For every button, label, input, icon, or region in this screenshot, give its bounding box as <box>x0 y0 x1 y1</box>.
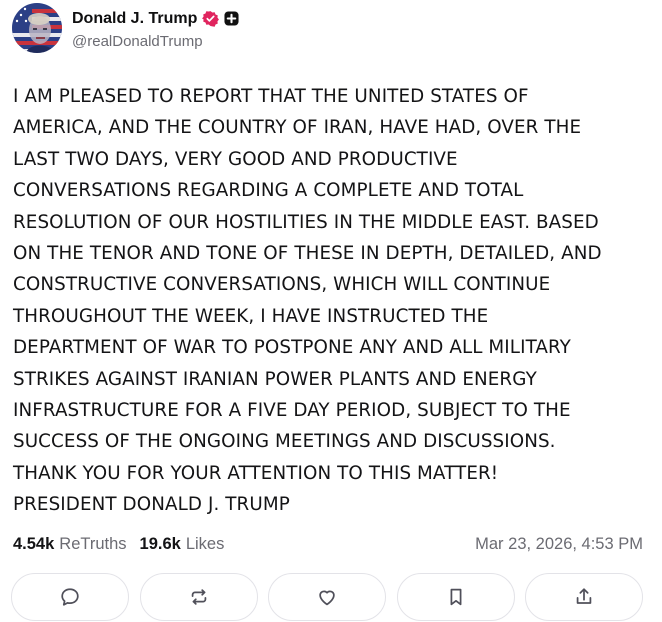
repost-arrows-icon <box>191 589 206 605</box>
post-text-line: AMERICA, AND THE COUNTRY OF IRAN, HAVE H… <box>13 117 582 139</box>
bookmark-icon <box>450 588 461 606</box>
post-text-line: THANK YOU FOR YOUR ATTENTION TO THIS MAT… <box>13 462 499 484</box>
retruths-count: 4.54k <box>13 534 55 553</box>
heart-icon <box>319 590 335 606</box>
likes-stat[interactable]: 19.6k Likes <box>140 535 225 554</box>
action-bar <box>11 573 643 621</box>
share-upload-icon <box>576 588 592 604</box>
share-button[interactable] <box>525 573 643 621</box>
post-text-line: INFRASTRUCTURE FOR A FIVE DAY PERIOD, SU… <box>13 399 571 421</box>
post-text-line: SUCCESS OF THE ONGOING MEETINGS AND DISC… <box>13 431 556 453</box>
post-text-line: THROUGHOUT THE WEEK, I HAVE INSTRUCTED T… <box>13 305 489 327</box>
likes-label: Likes <box>185 534 225 553</box>
flag-portrait-avatar-icon <box>12 3 62 53</box>
avatar[interactable] <box>12 3 62 53</box>
retruths-stat[interactable]: 4.54k ReTruths <box>13 535 127 554</box>
post-text-line: DEPARTMENT OF WAR TO POSTPONE ANY AND AL… <box>13 337 571 359</box>
post-text: I AM PLEASED TO REPORT THAT THE UNITED S… <box>13 81 653 520</box>
post-text-line: STRIKES AGAINST IRANIAN POWER PLANTS AND… <box>13 368 537 390</box>
truth-post-card: Donald J. Trump @realDonaldTrump I AM PL… <box>0 0 662 622</box>
author-handle[interactable]: @realDonaldTrump <box>72 33 239 50</box>
retruth-button[interactable] <box>139 573 258 621</box>
post-text-line: ON THE TENOR AND TONE OF THESE IN DEPTH,… <box>13 242 602 264</box>
post-text-line: LAST TWO DAYS, VERY GOOD AND PRODUCTIVE <box>13 148 458 170</box>
post-stats: 4.54k ReTruths 19.6k Likes Mar 23, 2026,… <box>13 530 643 558</box>
plus-square-icon <box>224 11 239 26</box>
verified-badge-icon <box>202 10 220 27</box>
post-text-line: PRESIDENT DONALD J. TRUMP <box>13 494 290 516</box>
post-text-line: RESOLUTION OF OUR HOSTILITIES IN THE MID… <box>13 211 599 233</box>
likes-count: 19.6k <box>139 534 181 553</box>
bookmark-button[interactable] <box>396 573 515 621</box>
retruths-label: ReTruths <box>59 534 127 553</box>
post-text-line: CONVERSATIONS REGARDING A COMPLETE AND T… <box>13 180 524 202</box>
post-text-line: CONSTRUCTIVE CONVERSATIONS, WHICH WILL C… <box>13 274 551 296</box>
like-button[interactable] <box>268 573 386 621</box>
author-name-row: Donald J. Trump <box>72 7 239 31</box>
post-text-line: I AM PLEASED TO REPORT THAT THE UNITED S… <box>13 86 529 107</box>
reply-button[interactable] <box>11 573 129 621</box>
speech-bubble-icon <box>61 588 79 606</box>
author-display-name[interactable]: Donald J. Trump <box>72 10 197 28</box>
author-identity: Donald J. Trump @realDonaldTrump <box>72 3 239 53</box>
post-header: Donald J. Trump @realDonaldTrump <box>12 2 239 54</box>
post-timestamp[interactable]: Mar 23, 2026, 4:53 PM <box>475 535 643 554</box>
